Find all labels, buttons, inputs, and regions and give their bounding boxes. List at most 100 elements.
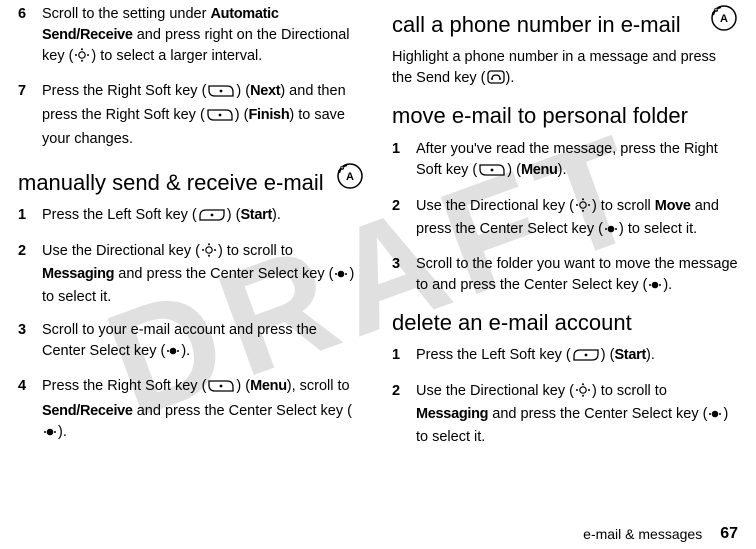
intro-text: Highlight a phone number in a message an… [392, 47, 738, 91]
label-move: Move [655, 198, 691, 214]
step-number: 2 [392, 381, 416, 448]
text: Use the Directional key ( [42, 243, 200, 259]
label-finish: Finish [248, 107, 289, 123]
center-select-key-icon [43, 424, 57, 445]
svg-text:A: A [346, 171, 354, 183]
text: ). [506, 70, 515, 86]
label-next: Next [250, 83, 280, 99]
text: ) ( [236, 378, 250, 394]
step-7: 7 Press the Right Soft key () (Next) and… [18, 81, 364, 150]
label-messaging: Messaging [42, 266, 114, 282]
step-1: 1 Press the Left Soft key ( ) (Start). [18, 205, 364, 229]
label-start: Start [614, 347, 646, 363]
directional-key-icon [201, 243, 217, 264]
label-messaging: Messaging [416, 406, 488, 422]
directional-key-icon [575, 383, 591, 404]
step-2: 2 Use the Directional key ( ) to scroll t… [392, 381, 738, 448]
step-1: 1 After you've read the message, press t… [392, 139, 738, 184]
text: ), scroll to [287, 378, 350, 394]
step-number: 3 [392, 254, 416, 298]
text: ). [272, 207, 281, 223]
text: Press the Right Soft key ( [42, 378, 206, 394]
heading-call-number: call a phone number in e-mail [392, 12, 702, 37]
step-body: Scroll to the folder you want to move th… [416, 254, 738, 298]
text: Press the Left Soft key ( [42, 207, 197, 223]
text: ). [181, 343, 190, 359]
step-number: 1 [392, 345, 416, 369]
footer-page-number: 67 [720, 525, 738, 543]
step-3: 3 Scroll to your e-mail account and pres… [18, 320, 364, 364]
center-select-key-icon [604, 221, 618, 242]
label-send-receive: Send/Receive [42, 403, 133, 419]
text: ) ( [236, 83, 250, 99]
step-number: 6 [18, 4, 42, 69]
text: ) ( [507, 162, 521, 178]
step-1: 1 Press the Left Soft key ( ) (Start). [392, 345, 738, 369]
heading-row: call a phone number in e-mail A+ [392, 4, 738, 47]
center-select-key-icon [334, 266, 348, 287]
right-soft-key-icon [206, 108, 234, 129]
text: ). [646, 347, 655, 363]
center-select-key-icon [166, 343, 180, 364]
send-key-icon [487, 70, 505, 91]
text: Use the Directional key ( [416, 383, 574, 399]
text: Scroll to the setting under [42, 6, 210, 22]
text: ) to scroll to [592, 383, 667, 399]
text: Press the Left Soft key ( [416, 347, 571, 363]
text: ) to scroll to [218, 243, 293, 259]
text: and press the Center Select key ( [488, 406, 707, 422]
step-number: 4 [18, 376, 42, 444]
text: ) ( [227, 207, 241, 223]
heading-row: manually send & receive e-mail A+ [18, 162, 364, 205]
step-body: After you've read the message, press the… [416, 139, 738, 184]
text: ) to select it. [619, 221, 697, 237]
right-soft-key-icon [207, 379, 235, 400]
step-body: Press the Right Soft key () (Next) and t… [42, 81, 364, 150]
text: ). [58, 424, 67, 440]
step-body: Press the Right Soft key ( ) (Menu), scro… [42, 376, 364, 444]
text: Use the Directional key ( [416, 198, 574, 214]
heading-move-folder: move e-mail to personal folder [392, 103, 738, 128]
footer-section: e-mail & messages [583, 526, 702, 542]
step-number: 1 [392, 139, 416, 184]
step-body: Scroll to the setting under Automatic Se… [42, 4, 364, 69]
label-start: Start [240, 207, 272, 223]
step-body: Press the Left Soft key ( ) (Start). [416, 345, 738, 369]
svg-text:+: + [340, 166, 344, 172]
step-body: Scroll to your e-mail account and press … [42, 320, 364, 364]
step-number: 2 [392, 196, 416, 242]
right-soft-key-icon [478, 163, 506, 184]
text: ) ( [601, 347, 615, 363]
page-content: 6 Scroll to the setting under Automatic … [0, 0, 756, 510]
text: ). [663, 277, 672, 293]
feature-badge-icon: A+ [336, 162, 364, 190]
text: and press the Center Select key ( [114, 266, 333, 282]
center-select-key-icon [708, 406, 722, 427]
text: and press the Center Select key ( [133, 403, 352, 419]
step-body: Use the Directional key ( ) to scroll Mov… [416, 196, 738, 242]
step-body: Use the Directional key () to scroll to … [416, 381, 738, 448]
step-4: 4 Press the Right Soft key ( ) (Menu), sc… [18, 376, 364, 444]
svg-text:A: A [720, 13, 728, 25]
label-menu: Menu [521, 162, 558, 178]
heading-manual-send-receive: manually send & receive e-mail [18, 170, 328, 195]
step-6: 6 Scroll to the setting under Automatic … [18, 4, 364, 69]
text: ) to scroll [592, 198, 655, 214]
step-number: 1 [18, 205, 42, 229]
center-select-key-icon [648, 277, 662, 298]
text: Highlight a phone number in a message an… [392, 49, 716, 86]
page-footer: e-mail & messages 67 [583, 525, 738, 543]
left-column: 6 Scroll to the setting under Automatic … [18, 4, 364, 510]
right-column: call a phone number in e-mail A+ Highlig… [392, 4, 738, 510]
left-soft-key-icon [572, 348, 600, 369]
step-body: Press the Left Soft key ( ) (Start). [42, 205, 364, 229]
step-number: 7 [18, 81, 42, 150]
text: ) ( [235, 107, 249, 123]
step-2: 2 Use the Directional key () to scroll t… [18, 241, 364, 308]
svg-text:+: + [714, 8, 718, 14]
text: ) to select a larger interval. [91, 48, 262, 64]
feature-badge-icon: A+ [710, 4, 738, 32]
label-menu: Menu [250, 378, 287, 394]
right-soft-key-icon [207, 84, 235, 105]
text: Scroll to the folder you want to move th… [416, 256, 738, 293]
